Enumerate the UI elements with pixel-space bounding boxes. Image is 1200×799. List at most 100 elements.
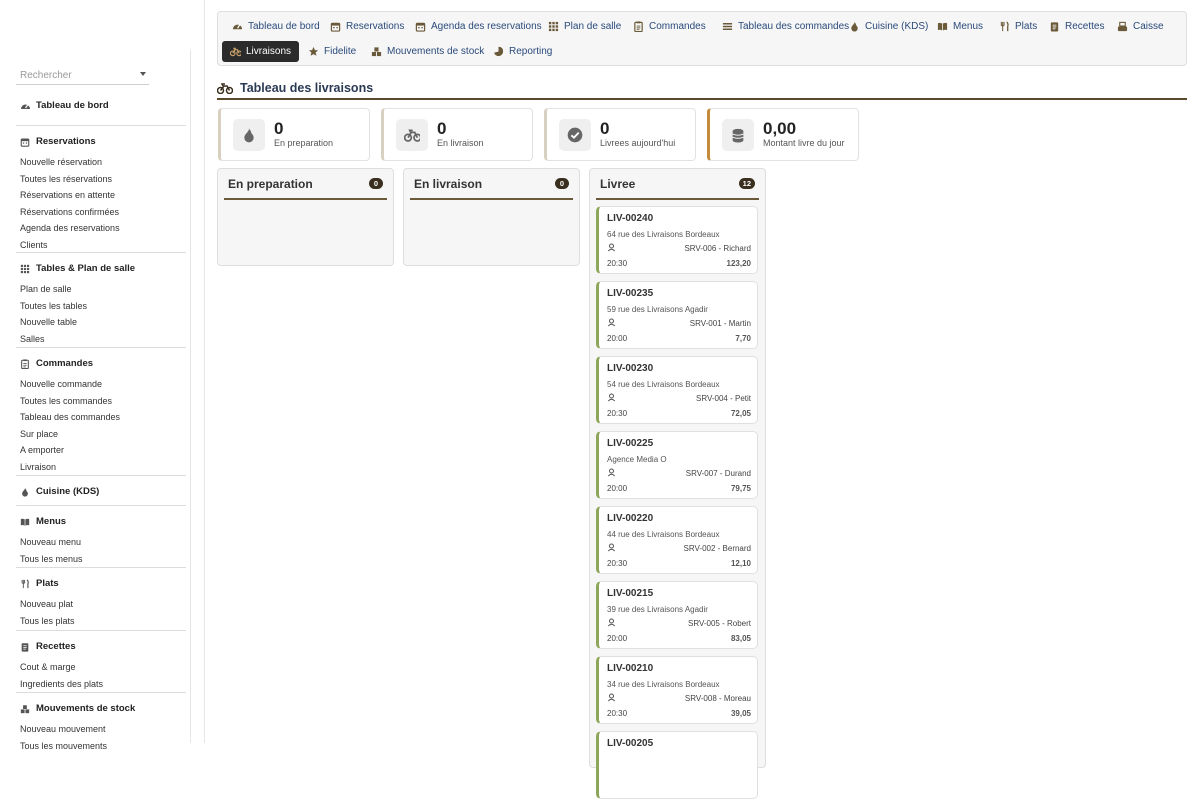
nav-menus[interactable]: Menus bbox=[929, 16, 991, 37]
nav-tableau-des-commandes[interactable]: Tableau des commandes bbox=[714, 16, 857, 37]
sidebar-group-heading[interactable]: Commandes bbox=[16, 348, 186, 369]
nav-label: Tableau des commandes bbox=[738, 21, 850, 32]
nav-caisse[interactable]: Caisse bbox=[1109, 16, 1172, 37]
user-icon bbox=[607, 618, 616, 627]
top-navigation: Tableau de bord Reservations Agenda des re… bbox=[217, 11, 1187, 66]
sidebar-group-heading[interactable]: Cuisine (KDS) bbox=[16, 476, 186, 497]
chevron-down-icon[interactable] bbox=[140, 72, 146, 76]
nav-tableau-de-bord[interactable]: Tableau de bord bbox=[224, 16, 328, 37]
sidebar-item-tous-les-menus[interactable]: Tous les menus bbox=[16, 551, 186, 568]
sidebar-group-label: Reservations bbox=[36, 136, 96, 147]
sidebar-group-heading[interactable]: Recettes bbox=[16, 631, 186, 652]
column-title: En preparation bbox=[228, 176, 313, 191]
nav-label: Recettes bbox=[1065, 21, 1105, 32]
sidebar-item-agenda-des-reservations[interactable]: Agenda des reservations bbox=[16, 220, 186, 237]
sidebar-item-nouvelle-commande[interactable]: Nouvelle commande bbox=[16, 376, 186, 393]
sidebar-group-label: Tables & Plan de salle bbox=[36, 263, 136, 274]
nav-commandes[interactable]: Commandes bbox=[625, 16, 714, 37]
sidebar-group-commandes: Commandes Nouvelle commande Toutes les com… bbox=[16, 347, 186, 475]
sidebar-item-clients[interactable]: Clients bbox=[16, 237, 186, 254]
delivery-time: 20:30 bbox=[607, 709, 628, 718]
nav-reservations[interactable]: Reservations bbox=[322, 16, 412, 37]
sidebar-item-livraison[interactable]: Livraison bbox=[16, 459, 186, 476]
delivery-id: LIV-00210 bbox=[607, 663, 654, 674]
sidebar-item-nouveau-menu[interactable]: Nouveau menu bbox=[16, 534, 186, 551]
sidebar: Rechercher Tableau de bord Reservations N… bbox=[0, 0, 205, 751]
delivery-card[interactable]: LIV-00240 64 rue des Livraisons Bordeaux S… bbox=[596, 206, 758, 274]
delivery-card[interactable]: LIV-00225 Agence Media O SRV-007 - Durand 2… bbox=[596, 431, 758, 499]
delivery-amount: 12,10 bbox=[730, 559, 751, 568]
sidebar-item-cout-marge[interactable]: Cout & marge bbox=[16, 659, 186, 676]
nav-plats[interactable]: Plats bbox=[991, 16, 1045, 37]
column-count-badge: 0 bbox=[369, 178, 383, 189]
kpi-card-montant-livre-du-jour: 0,00 Montant livre du jour bbox=[707, 108, 859, 161]
sidebar-item-reservations-en-attente[interactable]: Réservations en attente bbox=[16, 187, 186, 204]
sidebar-item-dashboard[interactable]: Tableau de bord bbox=[20, 100, 109, 111]
sidebar-item-tableau-des-commandes[interactable]: Tableau des commandes bbox=[16, 409, 186, 426]
nav-label: Reservations bbox=[346, 21, 405, 32]
sidebar-item-toutes-les-commandes[interactable]: Toutes les commandes bbox=[16, 393, 186, 410]
sidebar-item-nouvelle-table[interactable]: Nouvelle table bbox=[16, 314, 186, 331]
sidebar-item-nouveau-mouvement[interactable]: Nouveau mouvement bbox=[16, 721, 186, 738]
sidebar-item-toutes-les-tables[interactable]: Toutes les tables bbox=[16, 298, 186, 315]
sidebar-item-a-emporter[interactable]: A emporter bbox=[16, 442, 186, 459]
delivery-card[interactable]: LIV-00205 bbox=[596, 731, 758, 799]
nav-plan-de-salle[interactable]: Plan de salle bbox=[540, 16, 629, 37]
nav-label: Caisse bbox=[1133, 21, 1164, 32]
flame-icon bbox=[20, 487, 30, 497]
nav-fidelite[interactable]: Fidelite bbox=[300, 41, 364, 62]
sidebar-group-heading[interactable]: Reservations bbox=[16, 126, 186, 147]
delivery-card[interactable]: LIV-00220 44 rue des Livraisons Bordeaux S… bbox=[596, 506, 758, 574]
sidebar-group-label: Recettes bbox=[36, 641, 76, 652]
sidebar-item-salles[interactable]: Salles bbox=[16, 331, 186, 348]
sidebar-item-toutes-les-reservations[interactable]: Toutes les réservations bbox=[16, 171, 186, 188]
sidebar-item-plan-de-salle[interactable]: Plan de salle bbox=[16, 281, 186, 298]
sidebar-group-heading[interactable]: Plats bbox=[16, 568, 186, 589]
sidebar-item-tous-les-mouvements[interactable]: Tous les mouvements bbox=[16, 738, 186, 755]
sidebar-group-reservations: Reservations Nouvelle réservation Toutes l… bbox=[16, 125, 186, 253]
delivery-time: 20:30 bbox=[607, 259, 628, 268]
sidebar-search-select[interactable]: Rechercher bbox=[16, 67, 149, 85]
sidebar-group-items: Nouveau mouvement Tous les mouvements bbox=[16, 721, 186, 754]
sidebar-item-sur-place[interactable]: Sur place bbox=[16, 426, 186, 443]
nav-mouvements-de-stock[interactable]: Mouvements de stock bbox=[363, 41, 492, 62]
sidebar-divider bbox=[190, 50, 191, 743]
nav-livraisons[interactable]: Livraisons bbox=[222, 41, 300, 62]
nav-label: Tableau de bord bbox=[248, 21, 320, 32]
flame-icon bbox=[233, 119, 265, 151]
kpi-label: En livraison bbox=[437, 138, 484, 148]
delivery-card[interactable]: LIV-00230 54 rue des Livraisons Bordeaux S… bbox=[596, 356, 758, 424]
nav-cuisine-kds[interactable]: Cuisine (KDS) bbox=[841, 16, 936, 37]
flame-icon bbox=[849, 21, 860, 32]
nav-label: Mouvements de stock bbox=[387, 46, 485, 57]
sidebar-item-nouveau-plat[interactable]: Nouveau plat bbox=[16, 596, 186, 613]
delivery-card[interactable]: LIV-00235 59 rue des Livraisons Agadir SRV… bbox=[596, 281, 758, 349]
kpi-card-en-preparation: 0 En preparation bbox=[218, 108, 370, 161]
sidebar-item-ingredients-des-plats[interactable]: Ingredients des plats bbox=[16, 676, 186, 693]
sidebar-group-menus: Menus Nouveau menu Tous les menus bbox=[16, 505, 186, 567]
recipe-icon bbox=[20, 642, 30, 652]
delivery-server: SRV-001 - Martin bbox=[689, 319, 751, 328]
sidebar-group-heading[interactable]: Menus bbox=[16, 506, 186, 527]
delivery-card[interactable]: LIV-00210 34 rue des Livraisons Bordeaux S… bbox=[596, 656, 758, 724]
delivery-card[interactable]: LIV-00215 39 rue des Livraisons Agadir SRV… bbox=[596, 581, 758, 649]
user-icon bbox=[607, 393, 616, 402]
delivery-address: 34 rue des Livraisons Bordeaux bbox=[607, 680, 720, 689]
sidebar-item-tous-les-plats[interactable]: Tous les plats bbox=[16, 613, 186, 630]
book-icon bbox=[937, 21, 948, 32]
sidebar-group-heading[interactable]: Mouvements de stock bbox=[16, 693, 186, 714]
sidebar-dashboard-label: Tableau de bord bbox=[36, 100, 109, 111]
nav-reporting[interactable]: Reporting bbox=[485, 41, 560, 62]
page-header: Tableau des livraisons bbox=[217, 78, 1187, 100]
sidebar-group-heading[interactable]: Tables & Plan de salle bbox=[16, 253, 186, 274]
nav-recettes[interactable]: Recettes bbox=[1041, 16, 1112, 37]
delivery-amount: 72,05 bbox=[730, 409, 751, 418]
nav-label: Plats bbox=[1015, 21, 1038, 32]
nav-agenda-des-reservations[interactable]: Agenda des reservations bbox=[407, 16, 550, 37]
motorcycle-icon bbox=[217, 82, 233, 94]
column-count-badge: 12 bbox=[738, 178, 755, 189]
nav-label: Menus bbox=[953, 21, 984, 32]
user-icon bbox=[607, 243, 616, 252]
sidebar-item-reservations-confirmees[interactable]: Réservations confirmées bbox=[16, 204, 186, 221]
sidebar-item-nouvelle-reservation[interactable]: Nouvelle réservation bbox=[16, 154, 186, 171]
